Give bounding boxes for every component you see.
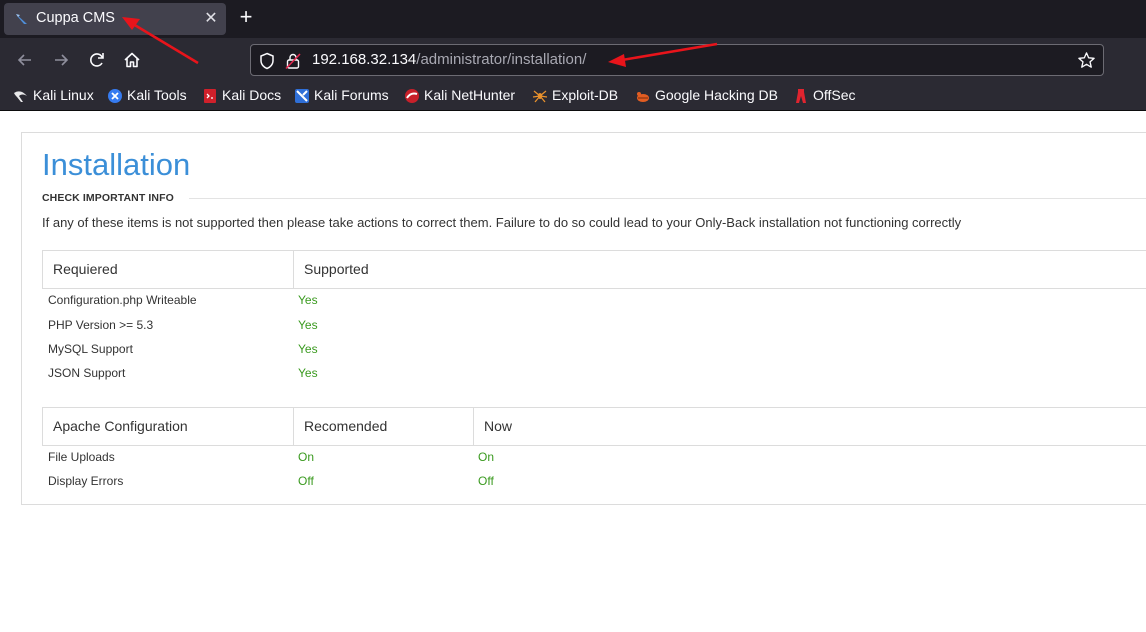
kali-tools-icon [108,89,122,103]
forward-button[interactable] [47,46,75,74]
section-title: CHECK IMPORTANT INFO [42,192,174,204]
page-viewport: Installation CHECK IMPORTANT INFO If any… [0,111,1146,632]
bookmark-label: Kali Tools [127,87,187,103]
tracking-protection-shield-icon[interactable] [259,52,275,70]
apache-setting-name: Display Errors [48,474,124,488]
reload-icon [90,53,104,67]
home-button[interactable] [118,46,146,74]
bookmark-label: Kali Docs [222,87,282,103]
column-header-apache-configuration: Apache Configuration [53,418,188,434]
column-header-required: Requiered [53,261,118,277]
requirement-status: Yes [298,293,318,307]
url-text[interactable]: 192.168.32.134/administrator/installatio… [312,51,586,68]
apache-recommended-value: On [298,450,315,464]
url-path: /administrator/installation/ [416,51,587,68]
reload-button[interactable] [83,46,111,74]
tab-title: Cuppa CMS [36,10,115,26]
bookmark-label: Exploit-DB [552,87,619,103]
bookmarks-toolbar: Kali Linux Kali Tools Kali Docs Kali For… [0,82,1146,111]
exploit-db-icon [532,90,548,103]
column-header-supported: Supported [293,251,1146,288]
bookmark-label: Kali NetHunter [424,87,516,103]
tab-strip: Cuppa CMS ✕ + [0,0,1146,38]
insecure-lock-icon[interactable] [285,52,301,70]
requirement-name: PHP Version >= 5.3 [48,318,154,332]
apache-current-value: On [478,450,495,464]
requirement-status: Yes [298,318,318,332]
page-title: Installation [42,147,191,182]
nethunter-icon [405,89,419,103]
intro-text: If any of these items is not supported t… [42,215,962,230]
apache-current-value: Off [478,474,494,488]
bookmark-label: Kali Linux [33,87,94,103]
kali-dragon-icon [16,14,27,24]
url-host: 192.168.32.134 [312,51,417,68]
bookmark-label: Kali Forums [314,87,389,103]
apache-setting-name: File Uploads [48,450,115,464]
requirement-status: Yes [298,366,318,380]
requirement-status: Yes [298,342,318,356]
kali-dragon-icon [14,91,27,102]
requirement-name: Configuration.php Writeable [48,293,197,307]
requirements-table-header: Requiered Supported [42,250,1146,289]
offsec-icon [796,89,806,103]
navigation-toolbar: 192.168.32.134/administrator/installatio… [0,38,1146,82]
kali-forums-icon [295,89,309,103]
installation-panel: Installation CHECK IMPORTANT INFO If any… [21,132,1146,505]
column-header-now: Now [473,408,1146,445]
kali-docs-icon [204,89,216,103]
apache-recommended-value: Off [298,474,314,488]
ghdb-icon [637,92,649,102]
back-button[interactable] [11,46,39,74]
close-tab-icon[interactable]: ✕ [200,8,222,30]
address-bar[interactable]: 192.168.32.134/administrator/installatio… [250,44,1104,76]
column-header-recommended: Recomended [293,408,473,445]
bookmark-label: Google Hacking DB [655,87,778,103]
tab-cuppa-cms[interactable]: Cuppa CMS ✕ [4,3,226,35]
bookmark-label: OffSec [813,87,856,103]
requirement-name: JSON Support [48,366,126,380]
apache-table-header: Apache Configuration Recomended Now [42,407,1146,446]
forward-arrow-icon [55,54,69,66]
section-divider [189,198,1146,199]
requirement-name: MySQL Support [48,342,133,356]
bookmark-star-icon[interactable] [1077,51,1096,70]
back-arrow-icon [17,54,31,66]
home-icon [124,52,140,68]
new-tab-button[interactable]: + [233,5,259,31]
